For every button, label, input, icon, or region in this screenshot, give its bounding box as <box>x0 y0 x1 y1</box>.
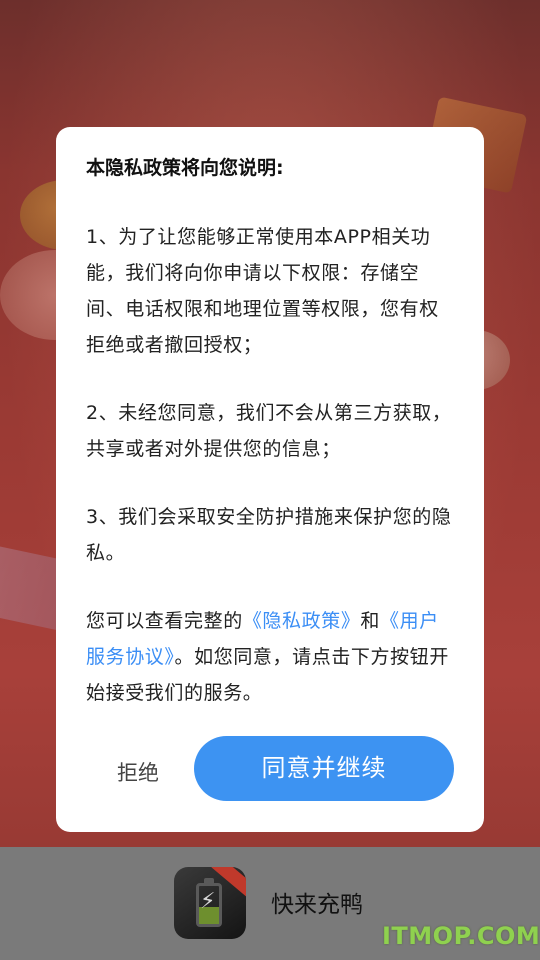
site-watermark: ITMOP.COM <box>382 922 540 950</box>
policy-notice: 您可以查看完整的《隐私政策》和《用户服务协议》。如您同意，请点击下方按钮开始接受… <box>86 603 458 711</box>
app-icon: ⚡ <box>174 867 246 939</box>
screen: ⚡ 快来充鸭 ITMOP.COM 本隐私政策将向您说明: 1、为了让您能够正常使… <box>0 0 540 960</box>
policy-item-security: 3、我们会采取安全防护措施来保护您的隐私。 <box>86 506 452 564</box>
privacy-policy-dialog: 本隐私政策将向您说明: 1、为了让您能够正常使用本APP相关功能，我们将向你申请… <box>56 127 484 832</box>
policy-item-third-party: 2、未经您同意，我们不会从第三方获取，共享或者对外提供您的信息； <box>86 402 452 460</box>
reject-button[interactable]: 拒绝 <box>98 755 178 791</box>
dialog-title: 本隐私政策将向您说明: <box>86 157 284 179</box>
agree-continue-button[interactable]: 同意并继续 <box>194 736 454 801</box>
app-name: 快来充鸭 <box>271 892 363 918</box>
privacy-policy-link[interactable]: 《隐私政策》 <box>243 610 361 632</box>
lightning-bolt-icon: ⚡ <box>200 889 216 914</box>
notice-middle: 和 <box>360 610 381 632</box>
policy-item-permissions: 1、为了让您能够正常使用本APP相关功能，我们将向你申请以下权限：存储空间、电话… <box>86 226 439 356</box>
notice-prefix: 您可以查看完整的 <box>86 610 243 632</box>
